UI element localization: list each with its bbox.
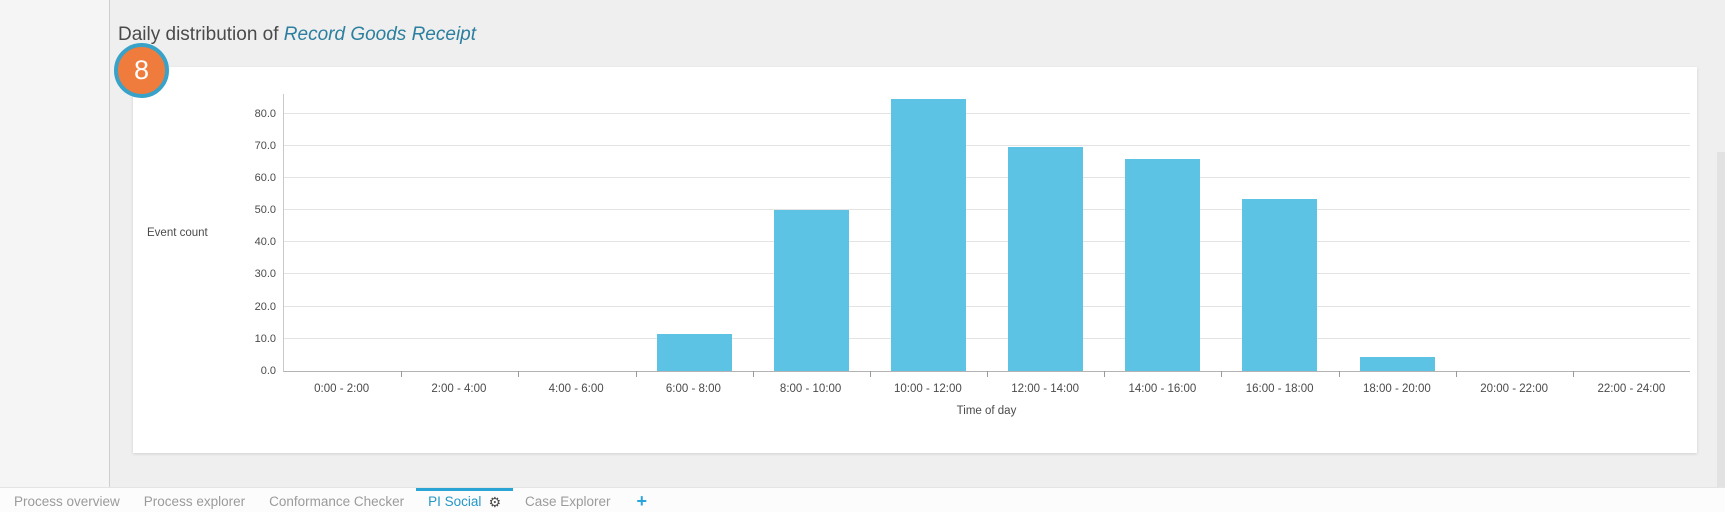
y-tick-label: 10.0 [224,333,276,345]
tab-label: PI Social [428,494,481,509]
bar[interactable] [1125,159,1200,371]
bar[interactable] [1360,357,1435,371]
step-badge-number: 8 [134,55,149,86]
x-tick-label: 14:00 - 16:00 [1104,383,1221,395]
left-panel [0,0,110,487]
axis-tick [753,371,754,377]
bar-slot [636,94,753,371]
axis-tick [636,371,637,377]
x-tick-label: 12:00 - 14:00 [987,383,1104,395]
axis-tick [870,371,871,377]
axis-tick [1573,371,1574,377]
gear-icon[interactable]: ⚙ [488,495,501,509]
chart-title: Daily distribution of Record Goods Recei… [118,24,476,46]
tab-process-overview[interactable]: Process overview [2,488,132,512]
chart-title-text: Daily distribution of [118,24,284,45]
scrollbar[interactable] [1717,152,1725,487]
bar[interactable] [774,210,849,371]
bar-slot [1221,94,1338,371]
x-tick-label: 20:00 - 22:00 [1456,383,1573,395]
bar-slot [1573,94,1690,371]
chart-card: Event count 0.010.020.030.040.050.060.07… [133,67,1697,453]
bar-slot [987,94,1104,371]
bar-slot [1339,94,1456,371]
bar[interactable] [891,99,966,371]
y-tick-label: 80.0 [224,108,276,120]
axis-tick [1456,371,1457,377]
add-tab-button[interactable]: + [623,488,662,512]
axis-tick [401,371,402,377]
plot-area: 0.010.020.030.040.050.060.070.080.0 [283,94,1690,372]
tab-label: Process overview [14,494,120,509]
y-tick-label: 30.0 [224,268,276,280]
axis-tick [987,371,988,377]
x-tick-label: 8:00 - 10:00 [752,383,869,395]
tab-pi-social[interactable]: PI Social ⚙ [416,488,513,512]
bar-slot [870,94,987,371]
x-axis-labels: 0:00 - 2:002:00 - 4:004:00 - 6:006:00 - … [283,383,1690,395]
bar-slot [753,94,870,371]
bar-slot [518,94,635,371]
tab-label: Conformance Checker [269,494,404,509]
bar-slot [1456,94,1573,371]
x-tick-label: 16:00 - 18:00 [1221,383,1338,395]
x-tick-label: 18:00 - 20:00 [1338,383,1455,395]
x-tick-label: 2:00 - 4:00 [400,383,517,395]
y-tick-label: 0.0 [224,365,276,377]
bar-slot [401,94,518,371]
bar[interactable] [1242,199,1317,371]
axis-tick [1339,371,1340,377]
tab-bar: Process overview Process explorer Conforma… [0,487,1725,512]
axis-tick [1221,371,1222,377]
activity-link[interactable]: Record Goods Receipt [284,24,476,45]
y-tick-label: 20.0 [224,301,276,313]
bar-slot [1104,94,1221,371]
step-badge[interactable]: 8 [114,43,169,98]
app-window: Daily distribution of Record Goods Recei… [0,0,1725,512]
y-tick-label: 60.0 [224,172,276,184]
x-axis-title: Time of day [283,405,1690,417]
y-tick-label: 40.0 [224,236,276,248]
x-tick-label: 6:00 - 8:00 [635,383,752,395]
x-tick-label: 4:00 - 6:00 [518,383,635,395]
bars-container [284,94,1690,371]
axis-tick [518,371,519,377]
y-tick-label: 50.0 [224,204,276,216]
bar-slot [284,94,401,371]
tab-label: Process explorer [144,494,245,509]
tab-conformance-checker[interactable]: Conformance Checker [257,488,416,512]
y-tick-label: 70.0 [224,140,276,152]
bar[interactable] [1008,147,1083,371]
axis-tick [1104,371,1105,377]
x-tick-label: 10:00 - 12:00 [869,383,986,395]
tab-process-explorer[interactable]: Process explorer [132,488,257,512]
x-tick-label: 22:00 - 24:00 [1573,383,1690,395]
tab-case-explorer[interactable]: Case Explorer [513,488,623,512]
bar[interactable] [657,334,732,371]
x-tick-label: 0:00 - 2:00 [283,383,400,395]
tab-label: Case Explorer [525,494,611,509]
